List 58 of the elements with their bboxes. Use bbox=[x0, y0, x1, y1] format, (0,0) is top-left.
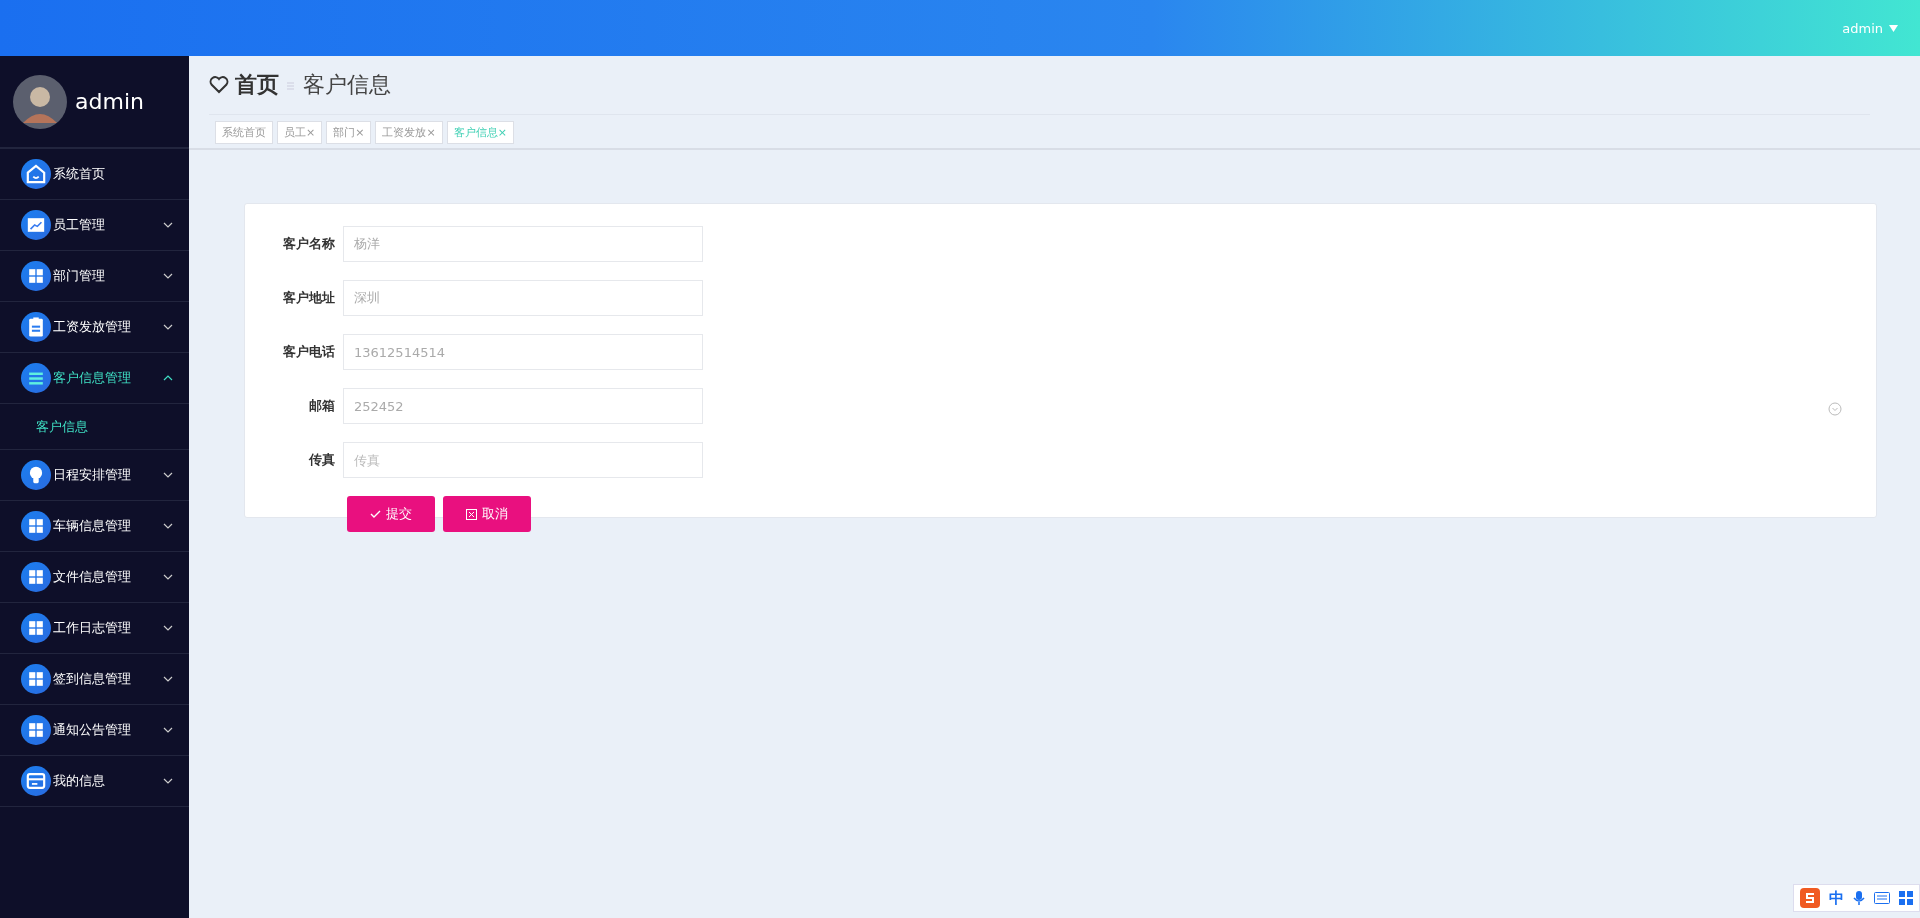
breadcrumb-current: 客户信息 bbox=[303, 71, 391, 99]
logo-icon bbox=[1800, 888, 1820, 908]
sidebar-item[interactable]: 文件信息管理 bbox=[0, 552, 189, 603]
breadcrumb-link[interactable]: 首页 bbox=[235, 70, 279, 100]
sidebar-item[interactable]: 部门管理 bbox=[0, 251, 189, 302]
field-label: 邮箱 bbox=[308, 397, 336, 415]
heart-icon bbox=[209, 76, 229, 94]
submenu-item[interactable]: 客户信息 bbox=[0, 404, 189, 450]
avatar bbox=[13, 74, 67, 129]
sidebar-item[interactable]: 日程安排管理 bbox=[0, 450, 189, 501]
chevron-icon bbox=[163, 472, 173, 478]
chart-icon bbox=[21, 210, 51, 240]
input-field[interactable]: 传真 bbox=[343, 442, 703, 478]
check-icon bbox=[370, 509, 381, 519]
microphone-icon[interactable] bbox=[1853, 891, 1865, 905]
cancel-button[interactable]: 取消 bbox=[443, 496, 531, 532]
sidebar-item[interactable]: 签到信息管理 bbox=[0, 654, 189, 705]
chevron-icon bbox=[163, 727, 173, 733]
submit-button[interactable]: 提交 bbox=[347, 496, 435, 532]
chevron-icon bbox=[163, 676, 173, 682]
sidebar-item[interactable]: 车辆信息管理 bbox=[0, 501, 189, 552]
chevron-icon bbox=[163, 523, 173, 529]
field-label: 客户名称 bbox=[282, 235, 336, 253]
home-icon bbox=[21, 159, 51, 189]
keyboard-icon[interactable] bbox=[1874, 892, 1890, 904]
grid-icon bbox=[21, 511, 51, 541]
sidebar-item[interactable]: 员工管理 bbox=[0, 200, 189, 251]
circle-icon bbox=[1828, 402, 1842, 416]
sidebar-item[interactable]: 通知公告管理 bbox=[0, 705, 189, 756]
close-box-icon bbox=[466, 508, 477, 520]
chevron-icon bbox=[163, 273, 173, 279]
chevron-icon bbox=[163, 375, 173, 381]
grid-icon bbox=[21, 715, 51, 745]
bulb-icon bbox=[21, 460, 51, 490]
sidebar-item[interactable]: 工资发放管理 bbox=[0, 302, 189, 353]
sidebar-item[interactable]: 我的信息 bbox=[0, 756, 189, 807]
chevron-icon bbox=[163, 574, 173, 580]
sidebar-item[interactable]: 系统首页 bbox=[0, 149, 189, 200]
grid-icon bbox=[21, 261, 51, 291]
chevron-icon bbox=[163, 324, 173, 330]
sidebar-item[interactable]: 客户信息管理 bbox=[0, 353, 189, 404]
chevron-icon bbox=[163, 778, 173, 784]
field-label: 传真 bbox=[307, 451, 336, 469]
field-label: 客户地址 bbox=[282, 289, 336, 307]
field-label: 客户电话 bbox=[282, 343, 336, 361]
sidebar-item[interactable]: 工作日志管理 bbox=[0, 603, 189, 654]
ime-mode[interactable]: 中 bbox=[1829, 888, 1844, 908]
grid-icon bbox=[21, 664, 51, 694]
caret-icon bbox=[1889, 24, 1898, 32]
grid-icon bbox=[21, 562, 51, 592]
profile-name: admin bbox=[75, 89, 144, 114]
card-icon bbox=[21, 766, 51, 796]
chevron-icon bbox=[163, 222, 173, 228]
grid-icon[interactable] bbox=[1899, 891, 1913, 905]
clipboard-icon bbox=[21, 312, 51, 342]
grid-icon bbox=[21, 613, 51, 643]
chevron-icon bbox=[163, 625, 173, 631]
list-icon bbox=[21, 363, 51, 393]
